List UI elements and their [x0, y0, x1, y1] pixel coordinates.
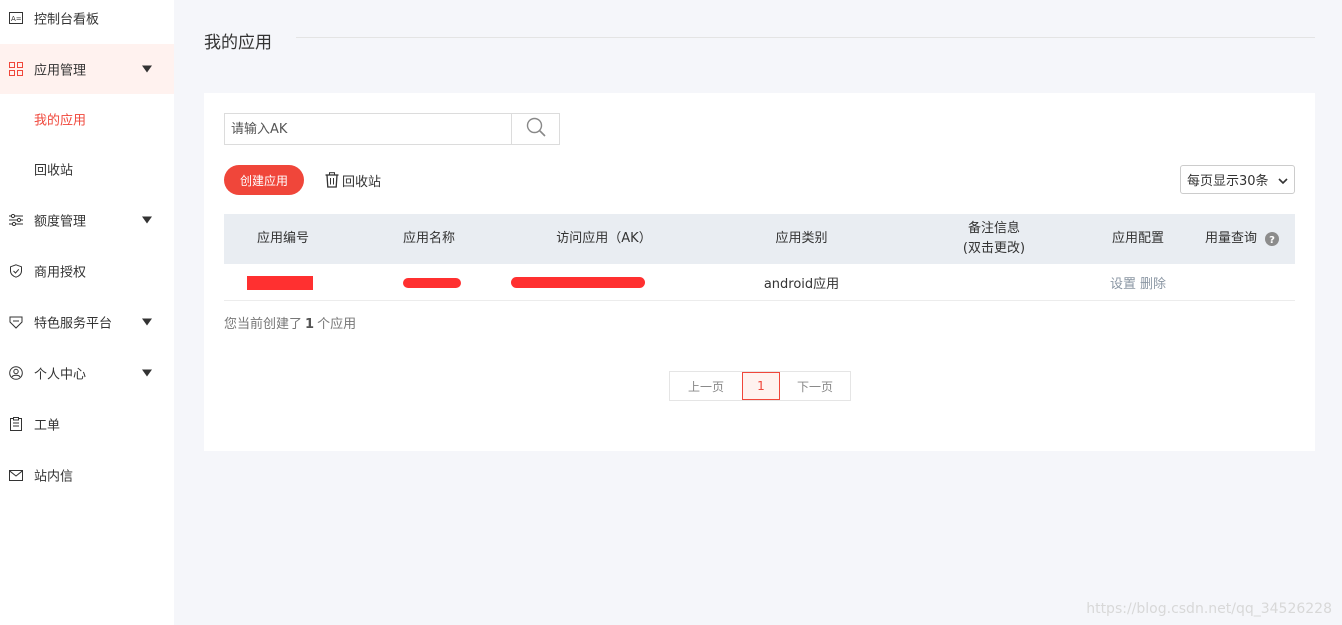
caret-down-icon — [142, 216, 152, 224]
redaction-mark — [403, 277, 461, 288]
sidebar-item-label: 我的应用 — [34, 113, 87, 129]
summary-suffix: 个应用 — [317, 317, 357, 332]
prev-page-button[interactable]: 上一页 — [670, 372, 742, 400]
column-header-name: 应用名称 — [402, 231, 455, 246]
sidebar-item-label: 应用管理 — [34, 63, 87, 79]
page-title: 我的应用 — [204, 33, 272, 53]
sidebar-item-recycle-bin[interactable]: 回收站 — [0, 144, 174, 194]
user-circle-icon — [8, 365, 24, 381]
chevron-down-icon — [1278, 175, 1288, 185]
sidebar-item-messages[interactable]: 站内信 — [0, 450, 174, 500]
sidebar-item-label: 个人中心 — [34, 367, 87, 383]
shield-check-icon — [8, 263, 24, 279]
caret-down-icon — [142, 369, 152, 377]
sidebar-item-label: 站内信 — [34, 469, 74, 485]
table-row: android应用 设置 删除 — [224, 264, 1295, 301]
dashboard-card-icon: A= — [8, 10, 24, 26]
clipboard-icon — [8, 416, 24, 432]
svg-text:?: ? — [1269, 235, 1275, 246]
trash-icon — [324, 172, 340, 188]
remark-header-line2: (双击更改) — [962, 241, 1026, 256]
create-app-button[interactable]: 创建应用 — [224, 165, 304, 195]
sidebar-item-my-apps[interactable]: 我的应用 — [0, 94, 174, 144]
search-box — [224, 113, 560, 145]
caret-down-icon — [142, 318, 152, 326]
app-root: A= 控制台看板 应用管理 我的应用 回收站 额度管理 商用授权 特色服务平台 … — [0, 0, 1342, 625]
column-header-ak: 访问应用（AK） — [556, 231, 652, 246]
column-header-remark: 备注信息 (双击更改) — [924, 214, 1064, 264]
service-badge-icon — [8, 314, 24, 330]
cell-app-id-redacted — [247, 264, 313, 301]
help-icon[interactable]: ? — [1265, 232, 1279, 246]
sidebar-item-featured-services[interactable]: 特色服务平台 — [0, 297, 174, 347]
sidebar: A= 控制台看板 应用管理 我的应用 回收站 额度管理 商用授权 特色服务平台 … — [0, 0, 174, 625]
cell-remark[interactable] — [924, 264, 1064, 301]
column-header-type: 应用类别 — [775, 231, 828, 246]
redaction-mark — [247, 275, 313, 290]
cell-app-type: android应用 — [763, 277, 840, 292]
sidebar-item-label: 控制台看板 — [34, 12, 100, 28]
search-icon — [526, 117, 546, 141]
cell-app-name-redacted — [402, 264, 462, 301]
column-header-usage: 用量查询 ? — [1197, 214, 1287, 264]
column-header-id: 应用编号 — [256, 231, 309, 246]
summary-count: 1 — [305, 317, 315, 332]
search-input[interactable] — [225, 114, 511, 144]
sidebar-item-quota[interactable]: 额度管理 — [0, 195, 174, 245]
page-size-select[interactable]: 每页显示30条 — [1180, 165, 1295, 194]
current-page-button[interactable]: 1 — [742, 372, 780, 400]
sidebar-item-commercial-license[interactable]: 商用授权 — [0, 246, 174, 296]
sliders-icon — [8, 212, 24, 228]
remark-header-line1: 备注信息 — [967, 221, 1020, 236]
page-size-value: 每页显示30条 — [1187, 174, 1269, 189]
recycle-bin-button[interactable]: 回收站 — [324, 169, 381, 191]
sidebar-item-personal-center[interactable]: 个人中心 — [0, 348, 174, 398]
cell-ak-redacted — [510, 264, 646, 301]
app-list-card: 创建应用 回收站 每页显示30条 应用编号 应用名称 访问应用（AK） 应用类别… — [204, 93, 1315, 451]
usage-header-label: 用量查询 — [1204, 231, 1257, 246]
sidebar-item-dashboard[interactable]: A= 控制台看板 — [0, 0, 174, 43]
app-count-summary: 您当前创建了 1 个应用 — [224, 313, 356, 332]
settings-link[interactable]: 设置 — [1110, 273, 1136, 292]
cell-config: 设置 删除 — [1094, 264, 1182, 301]
table-header: 应用编号 应用名称 访问应用（AK） 应用类别 备注信息 (双击更改) 应用配置… — [224, 214, 1295, 264]
redaction-mark — [511, 277, 645, 288]
search-button[interactable] — [511, 114, 559, 144]
caret-down-icon — [142, 65, 152, 73]
sidebar-item-label: 额度管理 — [34, 214, 87, 230]
sidebar-item-app-management[interactable]: 应用管理 — [0, 44, 174, 94]
sidebar-item-label: 商用授权 — [34, 265, 87, 281]
grid-apps-icon — [8, 61, 24, 77]
pagination: 上一页 1 下一页 — [669, 371, 851, 401]
next-page-button[interactable]: 下一页 — [780, 372, 850, 400]
title-divider — [296, 37, 1315, 38]
summary-prefix: 您当前创建了 — [224, 317, 303, 332]
column-header-config: 应用配置 — [1111, 231, 1164, 246]
recycle-bin-label: 回收站 — [342, 174, 382, 190]
sidebar-item-work-order[interactable]: 工单 — [0, 399, 174, 449]
sidebar-item-label: 特色服务平台 — [34, 316, 113, 332]
mail-icon — [8, 467, 24, 483]
sidebar-item-label: 工单 — [34, 418, 61, 434]
sidebar-item-label: 回收站 — [34, 163, 74, 179]
delete-link[interactable]: 删除 — [1140, 273, 1166, 292]
watermark: https://blog.csdn.net/qq_34526228 — [1086, 601, 1332, 617]
svg-text:A=: A= — [11, 15, 22, 23]
